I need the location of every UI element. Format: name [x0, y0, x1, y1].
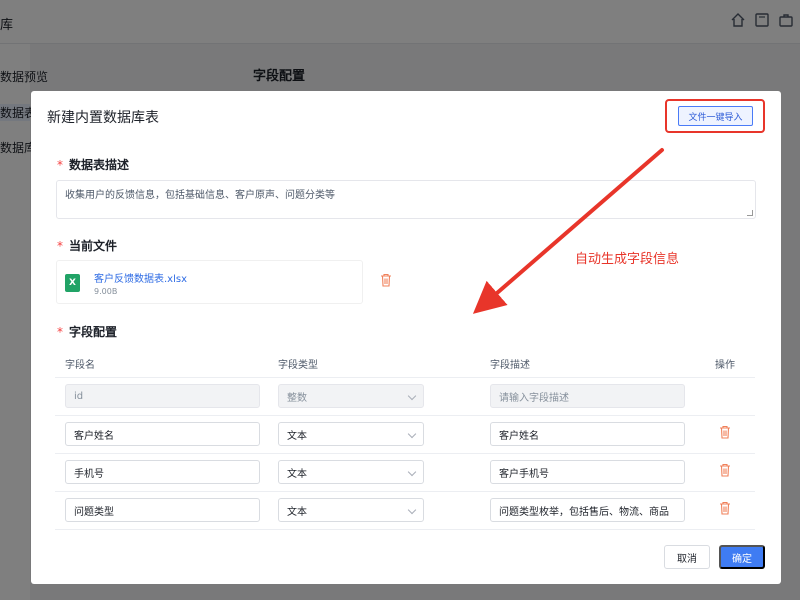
delete-file-icon[interactable] — [380, 273, 392, 287]
delete-row-icon[interactable] — [719, 501, 731, 515]
column-header-name: 字段名 — [65, 360, 95, 371]
fields-label-text: 字段配置 — [69, 325, 118, 339]
description-value: 收集用户的反馈信息，包括基础信息、客户原声、问题分类等 — [65, 190, 335, 201]
field-type-select[interactable]: 文本 — [278, 460, 424, 484]
current-file-label-text: 当前文件 — [69, 239, 118, 253]
annotation-text: 自动生成字段信息 — [575, 252, 680, 267]
field-type-select-id: 整数 — [278, 384, 424, 408]
field-desc-input[interactable]: 问题类型枚举，包括售后、物流、商品 — [490, 498, 685, 522]
chevron-down-icon — [407, 505, 417, 515]
description-textarea[interactable]: 收集用户的反馈信息，包括基础信息、客户原声、问题分类等 — [56, 180, 756, 219]
fields-label: * 字段配置 — [57, 323, 117, 340]
file-size: 9.00B — [94, 287, 118, 296]
row-divider — [55, 491, 755, 492]
field-desc-input[interactable]: 客户姓名 — [490, 422, 685, 446]
file-import-button[interactable]: 文件一键导入 — [678, 106, 753, 126]
create-table-modal: 新建内置数据库表 文件一键导入 * 数据表描述 收集用户的反馈信息，包括基础信息、… — [31, 91, 781, 584]
delete-row-icon[interactable] — [719, 463, 731, 477]
field-type-select[interactable]: 文本 — [278, 422, 424, 446]
field-name-input[interactable]: 问题类型 — [65, 498, 260, 522]
field-type-value: 文本 — [287, 430, 307, 442]
column-header-desc: 字段描述 — [490, 360, 530, 371]
row-divider — [55, 529, 755, 530]
current-file-label: * 当前文件 — [57, 237, 117, 254]
file-card: X 客户反馈数据表.xlsx 9.00B — [56, 260, 363, 304]
field-type-value: 整数 — [287, 392, 307, 404]
required-mark: * — [57, 239, 63, 253]
column-header-type: 字段类型 — [278, 360, 318, 371]
cancel-button[interactable]: 取消 — [664, 545, 710, 569]
row-divider — [55, 377, 755, 378]
field-type-value: 文本 — [287, 468, 307, 480]
field-type-value: 文本 — [287, 506, 307, 518]
file-name-link[interactable]: 客户反馈数据表.xlsx — [94, 270, 187, 285]
excel-file-icon: X — [65, 274, 80, 292]
required-mark: * — [57, 325, 63, 339]
description-label: * 数据表描述 — [57, 156, 129, 173]
field-desc-input-id: 请输入字段描述 — [490, 384, 685, 408]
field-desc-input[interactable]: 客户手机号 — [490, 460, 685, 484]
field-name-input-id: id — [65, 384, 260, 408]
confirm-button[interactable]: 确定 — [719, 545, 765, 569]
required-mark: * — [57, 158, 63, 172]
row-divider — [55, 453, 755, 454]
delete-row-icon[interactable] — [719, 425, 731, 439]
chevron-down-icon — [407, 467, 417, 477]
column-header-action: 操作 — [715, 360, 735, 371]
modal-title: 新建内置数据库表 — [47, 110, 159, 126]
field-type-select[interactable]: 文本 — [278, 498, 424, 522]
field-name-input[interactable]: 客户姓名 — [65, 422, 260, 446]
chevron-down-icon — [407, 391, 417, 401]
row-divider — [55, 415, 755, 416]
resize-handle[interactable] — [747, 210, 753, 216]
chevron-down-icon — [407, 429, 417, 439]
field-name-input[interactable]: 手机号 — [65, 460, 260, 484]
description-label-text: 数据表描述 — [69, 158, 130, 172]
